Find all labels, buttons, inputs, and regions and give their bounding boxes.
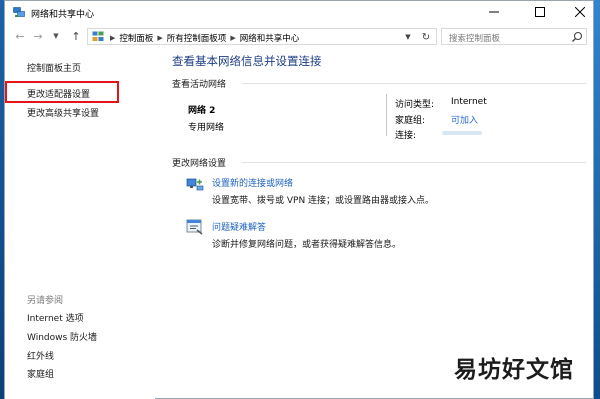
section-divider: [242, 83, 586, 84]
page-title: 查看基本网络信息并设置连接: [172, 54, 322, 68]
window-title: 网络和共享中心: [31, 10, 95, 20]
new-connection-icon: [186, 178, 204, 191]
internet-options-link[interactable]: Internet 选项: [27, 311, 84, 324]
left-navigation-pane: 控制面板主页 更改适配器设置 更改高级共享设置 另请参阅 Internet 选项…: [5, 49, 155, 399]
forward-button[interactable]: →: [31, 29, 45, 43]
section-divider: [242, 162, 586, 163]
maximize-icon: [535, 7, 545, 17]
address-dropdown-button[interactable]: ▼: [402, 31, 414, 43]
up-button[interactable]: ↑: [69, 29, 83, 43]
chevron-down-icon: ▼: [53, 32, 59, 40]
minimize-icon: [489, 11, 499, 13]
minimize-button[interactable]: [479, 1, 509, 23]
access-type-value: Internet: [451, 97, 487, 107]
navigation-bar: ← → ▼ ↑ ▶ 控制面板 ▶ 所有控制面板项 ▶ 网络和共享中心 ▼ ↻ 搜…: [5, 25, 593, 49]
arrow-left-icon: ←: [15, 29, 25, 43]
arrow-right-icon: →: [33, 29, 43, 43]
control-panel-window: 网络和共享中心 ← → ▼ ↑ ▶ 控制面板 ▶ 所有控制面板项 ▶ 网络和共享…: [4, 0, 594, 399]
troubleshoot-problems-link[interactable]: 问题疑难解答: [212, 220, 266, 233]
address-bar[interactable]: ▶ 控制面板 ▶ 所有控制面板项 ▶ 网络和共享中心 ▼ ↻: [87, 28, 437, 45]
connection-label: 连接:: [395, 131, 417, 141]
network-type-link: 专用网络: [188, 123, 225, 133]
close-icon: [575, 7, 585, 17]
control-panel-home-link[interactable]: 控制面板主页: [27, 61, 81, 74]
close-button[interactable]: [565, 1, 595, 23]
troubleshoot-description: 诊断并修复网络问题，或者获得疑难解答信息。: [212, 240, 402, 250]
refresh-button[interactable]: ↻: [419, 30, 433, 44]
search-placeholder: 搜索控制面板: [449, 34, 501, 44]
chevron-down-icon: ▼: [405, 33, 411, 41]
desktop-edge-right: [594, 0, 600, 399]
breadcrumb-separator: ▶: [230, 34, 236, 42]
breadcrumb: ▶ 控制面板 ▶ 所有控制面板项 ▶ 网络和共享中心: [106, 32, 299, 44]
homegroup-link[interactable]: 家庭组: [27, 367, 54, 380]
infrared-link[interactable]: 红外线: [27, 349, 54, 362]
network-name: 网络 2: [188, 106, 216, 116]
breadcrumb-separator: ▶: [157, 34, 163, 42]
active-networks-heading: 查看活动网络: [172, 80, 227, 90]
breadcrumb-item-network-center[interactable]: 网络和共享中心: [240, 32, 300, 44]
troubleshoot-icon: [186, 219, 203, 235]
refresh-icon: ↻: [421, 31, 431, 43]
setup-new-connection-description: 设置宽带、拨号或 VPN 连接；或设置路由器或接入点。: [212, 196, 435, 206]
windows-firewall-link[interactable]: Windows 防火墙: [27, 330, 97, 343]
access-type-label: 访问类型:: [395, 100, 435, 110]
breadcrumb-separator: ▶: [110, 34, 116, 42]
maximize-button[interactable]: [525, 1, 555, 23]
highlight-annotation-box: [5, 81, 119, 103]
recent-locations-button[interactable]: ▼: [49, 29, 63, 43]
homegroup-label: 家庭组:: [395, 116, 426, 126]
network-sharing-icon: [13, 7, 25, 17]
control-panel-icon: [92, 31, 104, 41]
setup-new-connection-link[interactable]: 设置新的连接或网络: [212, 176, 293, 189]
arrow-up-icon: ↑: [71, 29, 81, 43]
see-also-label: 另请参阅: [27, 296, 64, 306]
back-button[interactable]: ←: [13, 29, 27, 43]
connection-value-redacted[interactable]: [442, 131, 482, 135]
breadcrumb-item-control-panel[interactable]: 控制面板: [119, 32, 153, 44]
change-advanced-sharing-link[interactable]: 更改高级共享设置: [27, 106, 99, 119]
search-icon: [572, 31, 583, 42]
breadcrumb-item-all-items[interactable]: 所有控制面板项: [167, 32, 227, 44]
homegroup-join-link[interactable]: 可加入: [451, 113, 478, 126]
title-bar[interactable]: 网络和共享中心: [5, 1, 593, 25]
change-network-settings-heading: 更改网络设置: [172, 159, 227, 169]
watermark-text: 易坊好文馆: [454, 357, 574, 383]
network-info-divider: [386, 94, 387, 136]
search-input[interactable]: 搜索控制面板: [441, 28, 587, 45]
